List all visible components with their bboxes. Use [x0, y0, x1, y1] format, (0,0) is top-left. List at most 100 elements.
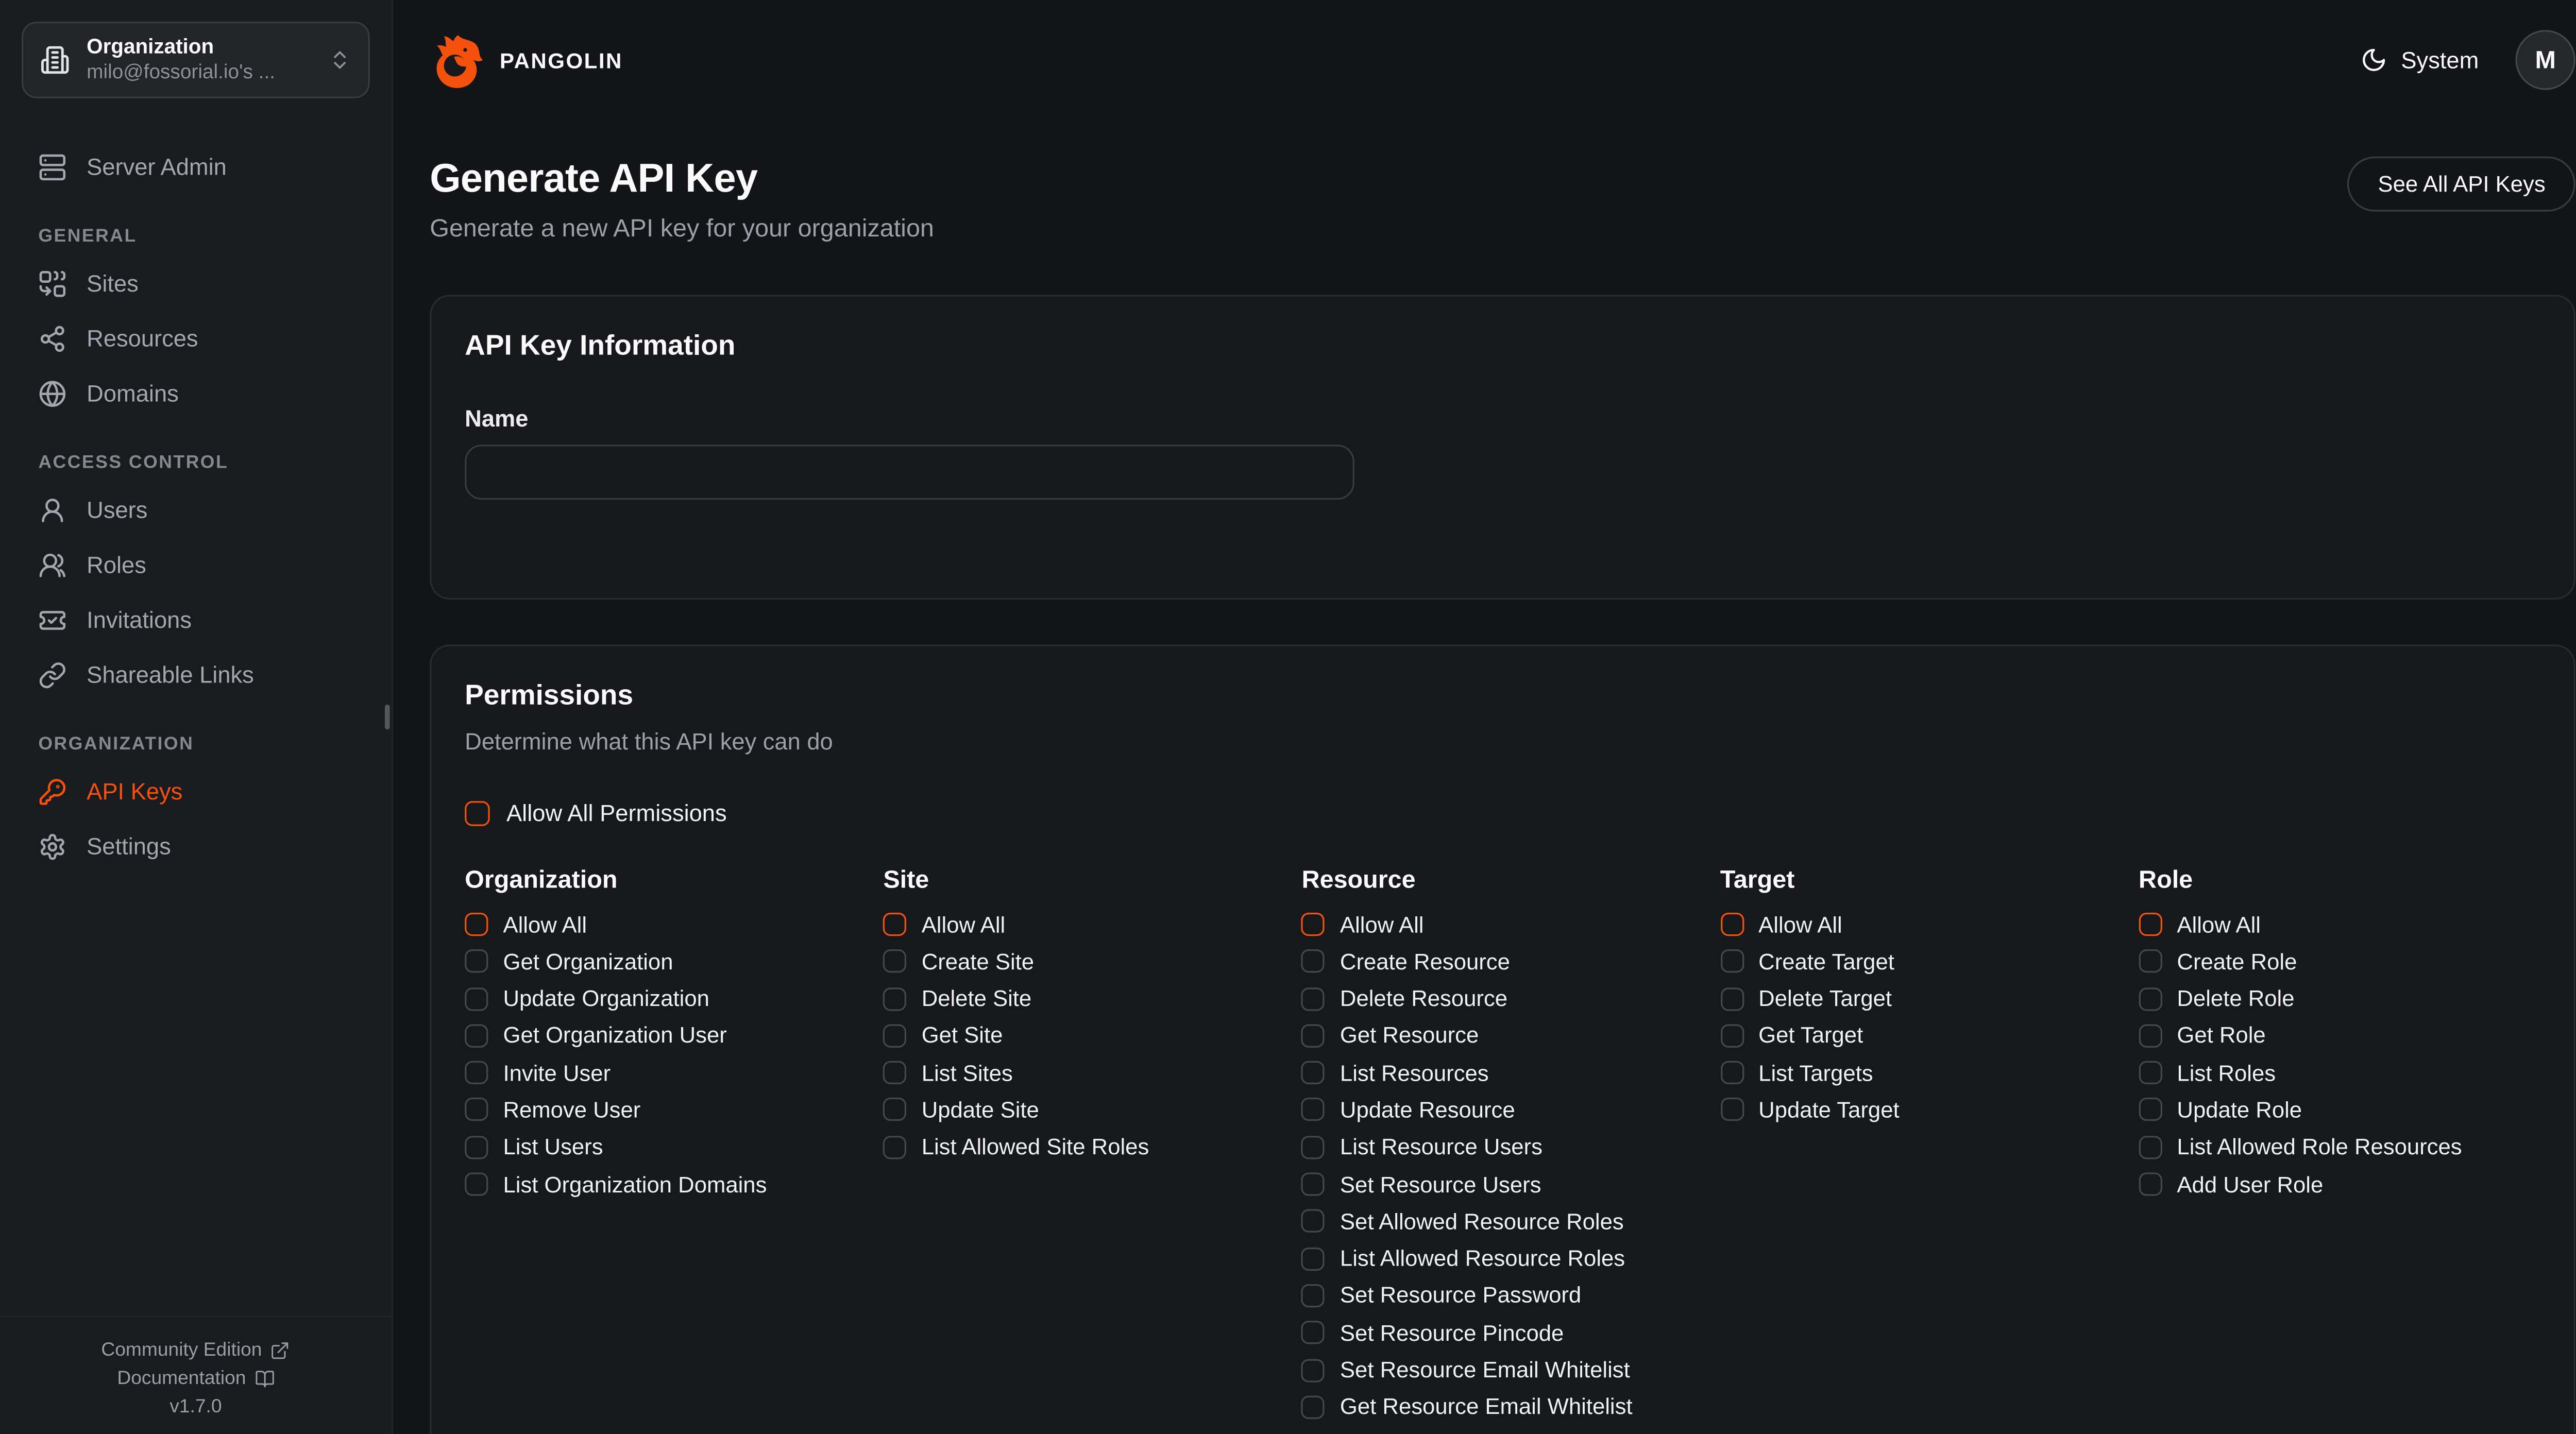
permission-checkbox-row[interactable]: Get Target: [1720, 1024, 2122, 1047]
permission-checkbox-row[interactable]: Allow All: [1720, 913, 2122, 936]
checkbox[interactable]: [1302, 913, 1325, 936]
checkbox[interactable]: [1720, 987, 1743, 1010]
permission-checkbox-row[interactable]: Set Resource Pincode: [1302, 1321, 1704, 1344]
checkbox[interactable]: [465, 950, 488, 973]
checkbox[interactable]: [465, 1135, 488, 1158]
permission-checkbox-row[interactable]: Create Resource: [1302, 950, 1704, 973]
permission-checkbox-row[interactable]: Create Site: [883, 950, 1285, 973]
permission-checkbox-row[interactable]: List Allowed Site Roles: [883, 1135, 1285, 1158]
checkbox[interactable]: [1302, 1247, 1325, 1270]
checkbox[interactable]: [883, 987, 906, 1010]
brand-logo[interactable]: PANGOLIN: [430, 31, 623, 88]
permission-checkbox-row[interactable]: List Allowed Resource Roles: [1302, 1247, 1704, 1270]
checkbox[interactable]: [2139, 1135, 2162, 1158]
documentation-link[interactable]: Documentation: [0, 1369, 392, 1389]
permission-checkbox-row[interactable]: List Allowed Role Resources: [2139, 1135, 2540, 1158]
permission-checkbox-row[interactable]: Update Organization: [465, 987, 867, 1010]
allow-all-permissions-checkbox[interactable]: [465, 800, 490, 826]
checkbox[interactable]: [2139, 913, 2162, 936]
permission-checkbox-row[interactable]: List Targets: [1720, 1061, 2122, 1084]
theme-toggle[interactable]: System: [2361, 47, 2479, 74]
sidebar-item-users[interactable]: Users: [22, 486, 370, 533]
checkbox[interactable]: [1302, 1135, 1325, 1158]
permission-checkbox-row[interactable]: Invite User: [465, 1061, 867, 1084]
checkbox[interactable]: [465, 1173, 488, 1196]
permission-checkbox-row[interactable]: List Resources: [1302, 1061, 1704, 1084]
checkbox[interactable]: [883, 1024, 906, 1047]
sidebar-item-shareable-links[interactable]: Shareable Links: [22, 651, 370, 698]
permission-checkbox-row[interactable]: Set Allowed Resource Roles: [1302, 1210, 1704, 1233]
permission-checkbox-row[interactable]: Get Organization: [465, 950, 867, 973]
sidebar-item-server-admin[interactable]: Server Admin: [22, 143, 370, 190]
permission-checkbox-row[interactable]: List Sites: [883, 1061, 1285, 1084]
allow-all-permissions-row[interactable]: Allow All Permissions: [465, 799, 2540, 826]
checkbox[interactable]: [1720, 1024, 1743, 1047]
permission-checkbox-row[interactable]: Set Resource Users: [1302, 1173, 1704, 1196]
permission-checkbox-row[interactable]: Update Target: [1720, 1098, 2122, 1121]
checkbox[interactable]: [2139, 1173, 2162, 1196]
checkbox[interactable]: [883, 1098, 906, 1121]
permission-checkbox-row[interactable]: Set Resource Email Whitelist: [1302, 1358, 1704, 1381]
checkbox[interactable]: [883, 950, 906, 973]
checkbox[interactable]: [2139, 950, 2162, 973]
sidebar-item-roles[interactable]: Roles: [22, 541, 370, 588]
permission-checkbox-row[interactable]: Get Site: [883, 1024, 1285, 1047]
sidebar-item-invitations[interactable]: Invitations: [22, 596, 370, 643]
permission-checkbox-row[interactable]: Allow All: [465, 913, 867, 936]
checkbox[interactable]: [1302, 1321, 1325, 1344]
sidebar-item-domains[interactable]: Domains: [22, 370, 370, 417]
checkbox[interactable]: [1720, 913, 1743, 936]
checkbox[interactable]: [1302, 1173, 1325, 1196]
checkbox[interactable]: [1720, 950, 1743, 973]
checkbox[interactable]: [2139, 1024, 2162, 1047]
org-selector[interactable]: Organization milo@fossorial.io's ...: [22, 22, 370, 98]
permission-checkbox-row[interactable]: Update Resource: [1302, 1098, 1704, 1121]
checkbox[interactable]: [1302, 1061, 1325, 1084]
sidebar-item-api-keys[interactable]: API Keys: [22, 768, 370, 815]
permission-checkbox-row[interactable]: Create Target: [1720, 950, 2122, 973]
checkbox[interactable]: [1302, 1024, 1325, 1047]
permission-checkbox-row[interactable]: Allow All: [883, 913, 1285, 936]
community-edition-link[interactable]: Community Edition: [0, 1341, 392, 1361]
permission-checkbox-row[interactable]: Get Resource Email Whitelist: [1302, 1395, 1704, 1419]
permission-checkbox-row[interactable]: List Organization Domains: [465, 1173, 867, 1196]
checkbox[interactable]: [1302, 1358, 1325, 1381]
checkbox[interactable]: [465, 1061, 488, 1084]
permission-checkbox-row[interactable]: Delete Target: [1720, 987, 2122, 1010]
sidebar-item-resources[interactable]: Resources: [22, 315, 370, 362]
checkbox[interactable]: [465, 913, 488, 936]
checkbox[interactable]: [1720, 1061, 1743, 1084]
checkbox[interactable]: [1302, 987, 1325, 1010]
checkbox[interactable]: [1302, 1284, 1325, 1307]
see-all-api-keys-button[interactable]: See All API Keys: [2348, 157, 2575, 212]
checkbox[interactable]: [465, 1024, 488, 1047]
permission-checkbox-row[interactable]: List Roles: [2139, 1061, 2540, 1084]
checkbox[interactable]: [2139, 987, 2162, 1010]
permission-checkbox-row[interactable]: Update Role: [2139, 1098, 2540, 1121]
permission-checkbox-row[interactable]: Allow All: [2139, 913, 2540, 936]
checkbox[interactable]: [1302, 1098, 1325, 1121]
permission-checkbox-row[interactable]: Update Site: [883, 1098, 1285, 1121]
sidebar-item-settings[interactable]: Settings: [22, 823, 370, 869]
checkbox[interactable]: [883, 1135, 906, 1158]
permission-checkbox-row[interactable]: Create Role: [2139, 950, 2540, 973]
checkbox[interactable]: [1302, 1210, 1325, 1233]
permission-checkbox-row[interactable]: Get Resource: [1302, 1024, 1704, 1047]
permission-checkbox-row[interactable]: Add User Role: [2139, 1173, 2540, 1196]
name-input[interactable]: [465, 445, 1354, 500]
permission-checkbox-row[interactable]: Remove User: [465, 1098, 867, 1121]
checkbox[interactable]: [465, 1098, 488, 1121]
avatar[interactable]: M: [2515, 30, 2575, 90]
checkbox[interactable]: [2139, 1098, 2162, 1121]
checkbox[interactable]: [1720, 1098, 1743, 1121]
checkbox[interactable]: [465, 987, 488, 1010]
permission-checkbox-row[interactable]: Allow All: [1302, 913, 1704, 936]
checkbox[interactable]: [1302, 950, 1325, 973]
sidebar-scrollbar[interactable]: [385, 705, 390, 730]
permission-checkbox-row[interactable]: Delete Resource: [1302, 987, 1704, 1010]
permission-checkbox-row[interactable]: Get Organization User: [465, 1024, 867, 1047]
permission-checkbox-row[interactable]: Delete Role: [2139, 987, 2540, 1010]
permission-checkbox-row[interactable]: Get Role: [2139, 1024, 2540, 1047]
checkbox[interactable]: [1302, 1395, 1325, 1419]
permission-checkbox-row[interactable]: List Resource Users: [1302, 1135, 1704, 1158]
